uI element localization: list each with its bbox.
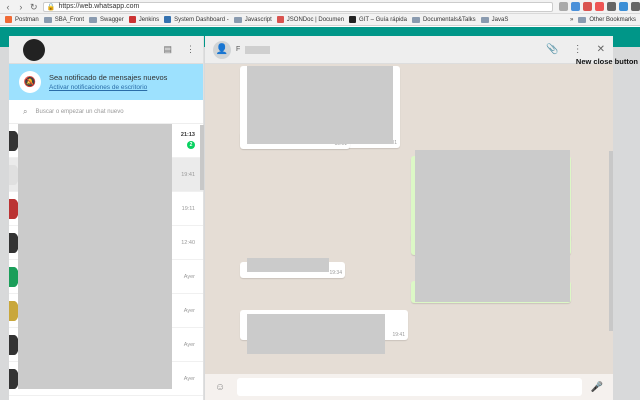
- folder-icon: [480, 16, 489, 23]
- gmail-icon[interactable]: [583, 2, 592, 11]
- notification-banner[interactable]: 🔕 Sea notificado de mensajes nuevos Acti…: [9, 64, 203, 100]
- folder-icon: [89, 16, 98, 23]
- menu-icon[interactable]: ⋮: [186, 44, 195, 55]
- bookmarks-bar: Postman SBA_Front Swagger Jenkins System…: [0, 14, 640, 26]
- bell-off-icon: 🔕: [19, 71, 41, 93]
- redacted-contact-name: [245, 45, 271, 54]
- extensions: [559, 2, 640, 11]
- bookmark[interactable]: Postman: [5, 16, 39, 23]
- notification-title: Sea notificado de mensajes nuevos: [49, 73, 168, 82]
- search-icon: ⌕: [23, 106, 28, 116]
- message-time: 19:34: [329, 270, 342, 276]
- conversation-header: 👤 F 📎 ⋮ ✕ New close button: [205, 36, 638, 66]
- other-bookmarks[interactable]: Other Bookmarks: [578, 16, 636, 23]
- chat-time: Ayer: [183, 273, 195, 280]
- redacted-chat-names: [18, 124, 172, 389]
- menu-icon[interactable]: ⋮: [573, 44, 583, 55]
- bookmark[interactable]: JSONDoc | Documen: [276, 16, 344, 23]
- back-icon[interactable]: ‹: [3, 2, 13, 12]
- compose-bar: ☺ 🎤: [205, 374, 613, 400]
- redacted-message: [247, 314, 385, 354]
- close-icon[interactable]: ✕: [597, 44, 605, 55]
- chat-time: 21:13: [180, 132, 195, 138]
- redacted-message: [247, 258, 329, 272]
- browser-toolbar: ‹ › ↻ 🔒 https://web.whatsapp.com: [0, 0, 640, 14]
- redacted-message: [247, 66, 393, 144]
- folder-icon: [43, 16, 52, 23]
- reload-icon[interactable]: ↻: [29, 2, 39, 12]
- chat-time: 19:41: [181, 171, 195, 178]
- new-chat-icon[interactable]: ▤: [163, 44, 172, 55]
- github-icon: [349, 16, 357, 23]
- new-close-button-annotation: New close button: [575, 57, 638, 66]
- message-input[interactable]: [237, 378, 583, 396]
- more-bookmarks[interactable]: »: [570, 17, 573, 23]
- adblock-icon[interactable]: [595, 2, 604, 11]
- bookmark[interactable]: System Dashboard -: [164, 16, 229, 23]
- chat-time: 12:40: [181, 239, 195, 246]
- avatar[interactable]: [23, 38, 45, 61]
- search-input[interactable]: Buscar o empezar un chat nuevo: [35, 109, 123, 115]
- extension-icon[interactable]: [607, 2, 616, 11]
- bookmark[interactable]: Swagger: [89, 16, 124, 23]
- address-bar[interactable]: 🔒 https://web.whatsapp.com: [42, 1, 553, 12]
- message-time: 19:41: [392, 332, 405, 338]
- forward-icon[interactable]: ›: [16, 2, 26, 12]
- chat-time: Ayer: [183, 341, 195, 348]
- lock-icon: 🔒: [46, 3, 56, 11]
- sidebar-header: ▤ ⋮: [9, 36, 203, 64]
- extension-icon[interactable]: [571, 2, 580, 11]
- search-bar[interactable]: ⌕ Buscar o empezar un chat nuevo: [9, 100, 203, 124]
- conversation-panel: 👤 F 📎 ⋮ ✕ New close button 19:01 19:01 1…: [205, 36, 638, 400]
- conversation-scrollbar[interactable]: [609, 151, 613, 331]
- redacted-message: [415, 150, 570, 302]
- folder-icon: [411, 16, 420, 23]
- jenkins-icon: [128, 16, 136, 23]
- unread-badge: 2: [187, 141, 195, 149]
- folder-icon: [233, 16, 242, 23]
- sidebar-scrollbar[interactable]: [200, 125, 204, 190]
- chat-time: Ayer: [183, 307, 195, 314]
- star-icon[interactable]: [559, 2, 568, 11]
- bookmark[interactable]: SBA_Front: [43, 16, 84, 23]
- menu-icon[interactable]: [631, 2, 640, 11]
- jsondoc-icon: [276, 16, 284, 23]
- bookmark[interactable]: Jenkins: [128, 16, 159, 23]
- chat-time: 19:11: [181, 205, 195, 212]
- bookmark[interactable]: Documentals&Talks: [411, 16, 476, 23]
- folder-icon: [578, 16, 587, 23]
- bookmark[interactable]: JavaS: [480, 16, 508, 23]
- contact-avatar[interactable]: 👤: [213, 40, 231, 59]
- url-text: https://web.whatsapp.com: [58, 3, 140, 10]
- microphone-icon[interactable]: 🎤: [591, 382, 603, 393]
- postman-icon: [5, 16, 12, 23]
- bookmark[interactable]: GIT – Guía rápida: [349, 16, 407, 23]
- contact-initial: F: [236, 46, 241, 53]
- attach-icon[interactable]: 📎: [546, 44, 558, 55]
- bookmark[interactable]: Javascript: [233, 16, 272, 23]
- jira-icon: [164, 16, 172, 23]
- notification-link[interactable]: Activar notificaciones de escritorio: [49, 84, 167, 91]
- emoji-icon[interactable]: ☺: [215, 382, 225, 393]
- chat-time: Ayer: [183, 375, 195, 382]
- extension-icon[interactable]: [619, 2, 628, 11]
